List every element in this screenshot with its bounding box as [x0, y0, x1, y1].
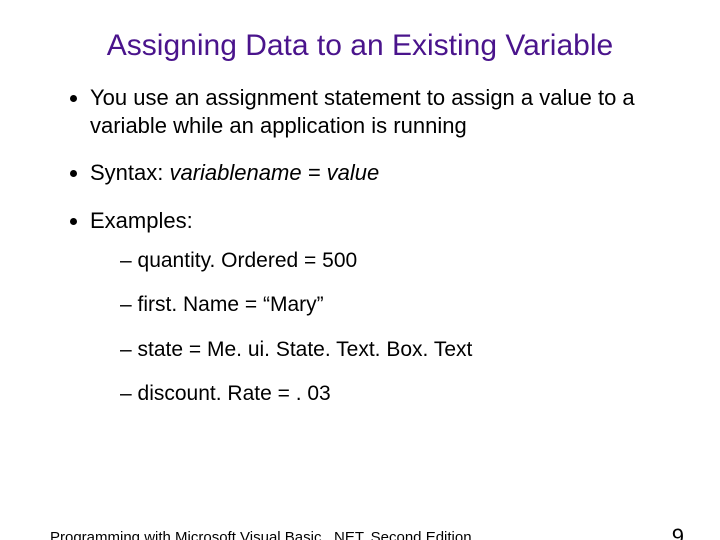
slide-title: Assigning Data to an Existing Variable: [60, 28, 660, 64]
bullet-list: You use an assignment statement to assig…: [70, 84, 670, 407]
example-item: quantity. Ordered = 500: [120, 248, 670, 274]
syntax-label: Syntax:: [90, 160, 169, 185]
example-item: first. Name = “Mary”: [120, 292, 670, 318]
examples-list: quantity. Ordered = 500 first. Name = “M…: [120, 248, 670, 407]
bullet-item: You use an assignment statement to assig…: [90, 84, 670, 139]
examples-label: Examples:: [90, 208, 193, 233]
page-number: 9: [672, 524, 684, 540]
slide-footer: Programming with Microsoft Visual Basic …: [50, 529, 472, 540]
syntax-expression: variablename = value: [169, 160, 379, 185]
slide: Assigning Data to an Existing Variable Y…: [0, 28, 720, 540]
bullet-item: Examples: quantity. Ordered = 500 first.…: [90, 207, 670, 408]
example-item: state = Me. ui. State. Text. Box. Text: [120, 337, 670, 363]
bullet-item: Syntax: variablename = value: [90, 159, 670, 187]
example-item: discount. Rate = . 03: [120, 381, 670, 407]
